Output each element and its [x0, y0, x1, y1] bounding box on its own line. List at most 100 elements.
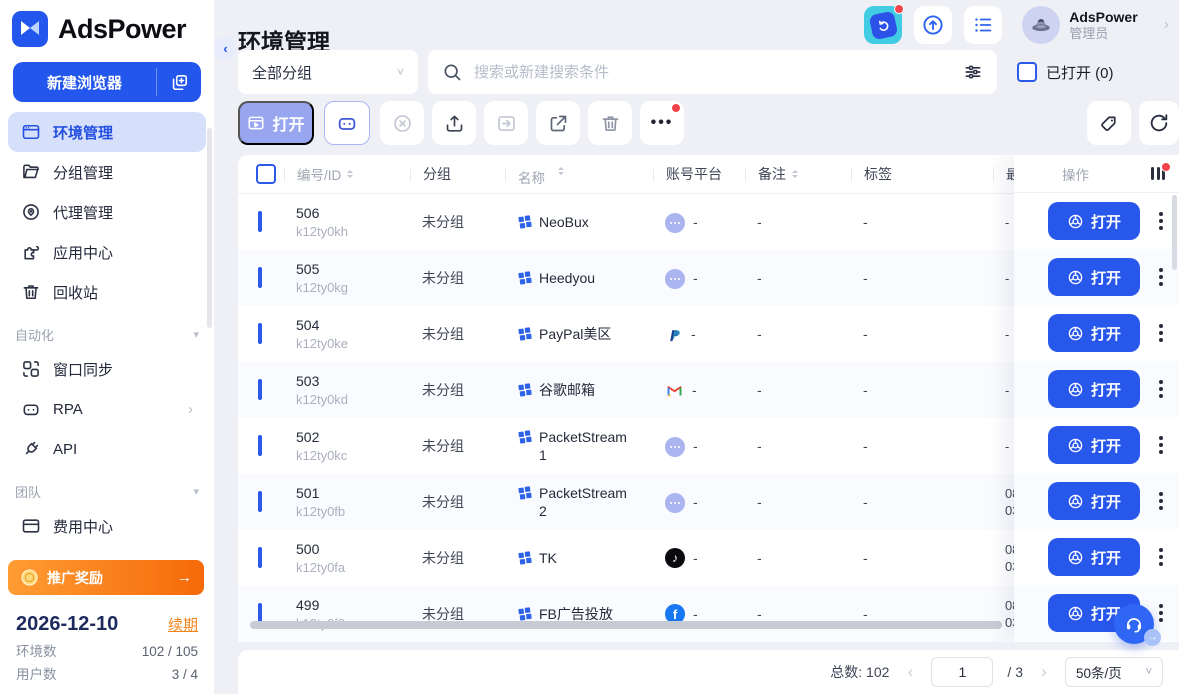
- open-environment-button[interactable]: 打开: [1048, 314, 1140, 352]
- env-name-cell[interactable]: PacketStream 2: [505, 484, 653, 520]
- more-actions-button[interactable]: •••: [640, 101, 684, 145]
- page-input[interactable]: [931, 657, 993, 687]
- renew-link[interactable]: 续期: [168, 614, 198, 635]
- open-environment-button[interactable]: 打开: [1048, 426, 1140, 464]
- env-note: -: [745, 214, 851, 230]
- sidebar-menu-item[interactable]: 分组管理: [8, 152, 206, 192]
- export-upload-button[interactable]: [432, 101, 476, 145]
- sidebar-collapse-button[interactable]: ‹: [214, 37, 237, 60]
- sidebar-menu-item[interactable]: 窗口同步: [8, 349, 206, 389]
- row-menu-button[interactable]: [1157, 432, 1165, 458]
- search-box: [428, 50, 997, 94]
- open-environment-button[interactable]: 打开: [1048, 538, 1140, 576]
- share-export-button[interactable]: [536, 101, 580, 145]
- horizontal-scrollbar[interactable]: [250, 621, 1002, 629]
- sidebar-menu-item[interactable]: 代理管理: [8, 192, 206, 232]
- sort-icon[interactable]: [347, 170, 353, 178]
- row-menu-button[interactable]: [1157, 208, 1165, 234]
- section-team[interactable]: 团队 ▾: [0, 469, 214, 506]
- page-size-select[interactable]: 50条/页 ˅: [1065, 657, 1163, 687]
- env-name-cell[interactable]: NeoBux: [505, 213, 653, 231]
- sidebar-scrollbar[interactable]: [207, 128, 212, 328]
- task-list-button[interactable]: [964, 6, 1002, 44]
- opened-checkbox[interactable]: [1017, 62, 1037, 82]
- sidebar-menu-label: 费用中心: [53, 516, 113, 537]
- support-expand-icon: →: [1144, 629, 1161, 646]
- quick-launch-button[interactable]: [864, 6, 902, 44]
- env-name-cell[interactable]: 谷歌邮箱: [505, 381, 653, 399]
- next-page-button[interactable]: ›: [1037, 662, 1051, 682]
- column-header[interactable]: 账号平台: [653, 167, 745, 182]
- open-environment-button[interactable]: 打开: [1048, 258, 1140, 296]
- new-browser-button[interactable]: 新建浏览器: [13, 62, 201, 102]
- move-to-group-button[interactable]: [484, 101, 528, 145]
- bulk-open-button[interactable]: 打开: [238, 101, 314, 145]
- sort-icon[interactable]: [792, 170, 798, 178]
- chevron-right-icon[interactable]: ›: [1164, 16, 1169, 34]
- search-input[interactable]: [472, 63, 953, 82]
- open-environment-button[interactable]: 打开: [1048, 370, 1140, 408]
- sidebar-menu-item[interactable]: 费用中心: [8, 506, 206, 546]
- sidebar-menu-item[interactable]: 应用中心: [8, 232, 206, 272]
- row-checkbox[interactable]: [258, 267, 262, 288]
- windows-icon: [517, 326, 532, 341]
- env-group: 未分组: [410, 268, 505, 288]
- open-environment-button[interactable]: 打开: [1048, 482, 1140, 520]
- column-header[interactable]: 分组: [410, 167, 505, 182]
- select-all-checkbox[interactable]: [256, 164, 276, 184]
- column-header[interactable]: 编号/ID: [284, 167, 410, 182]
- row-checkbox[interactable]: [258, 491, 262, 512]
- chrome-icon: [1067, 493, 1084, 510]
- row-checkbox[interactable]: [258, 435, 262, 456]
- row-checkbox[interactable]: [258, 211, 262, 232]
- advanced-filter-icon[interactable]: [963, 62, 983, 82]
- sidebar-menu-item[interactable]: API: [8, 429, 206, 469]
- group-filter-select[interactable]: 全部分组 ˅: [238, 50, 418, 94]
- automation-menu: 窗口同步 RPA › API: [0, 349, 214, 469]
- env-group: 未分组: [410, 380, 505, 400]
- user-menu[interactable]: AdsPower 管理员: [1022, 6, 1137, 44]
- row-menu-button[interactable]: [1157, 320, 1165, 346]
- tag-manage-button[interactable]: [1087, 101, 1131, 145]
- column-settings-button[interactable]: [1151, 167, 1165, 180]
- row-menu-button[interactable]: [1157, 264, 1165, 290]
- windows-icon: [517, 270, 532, 285]
- open-environment-button[interactable]: 打开: [1048, 202, 1140, 240]
- sort-icon[interactable]: [558, 167, 564, 175]
- sidebar-menu-item[interactable]: 回收站: [8, 272, 206, 312]
- env-tag: -: [851, 494, 993, 510]
- env-number: 506: [296, 204, 410, 223]
- sidebar-menu-item[interactable]: RPA ›: [8, 389, 206, 429]
- support-button[interactable]: →: [1114, 604, 1154, 644]
- refresh-button[interactable]: [1139, 101, 1179, 145]
- platform-account: -: [691, 326, 696, 342]
- column-header[interactable]: 备注: [745, 167, 851, 182]
- sync-button[interactable]: [914, 6, 952, 44]
- env-name-cell[interactable]: Heedyou: [505, 269, 653, 287]
- row-checkbox[interactable]: [258, 547, 262, 568]
- chevron-down-icon: ˅: [397, 65, 404, 79]
- section-label: 自动化: [15, 325, 54, 344]
- env-number-cell: 503 k12ty0kd: [284, 372, 410, 409]
- prev-page-button[interactable]: ‹: [903, 662, 917, 682]
- env-name-cell[interactable]: TK: [505, 549, 653, 567]
- row-menu-button[interactable]: [1157, 600, 1165, 626]
- row-menu-button[interactable]: [1157, 544, 1165, 570]
- row-checkbox[interactable]: [258, 323, 262, 344]
- delete-button[interactable]: [588, 101, 632, 145]
- sidebar-menu-item[interactable]: 环境管理: [8, 112, 206, 152]
- row-checkbox-cell: [238, 437, 284, 455]
- rpa-robot-button[interactable]: [324, 101, 370, 145]
- row-menu-button[interactable]: [1157, 488, 1165, 514]
- env-name-cell[interactable]: PacketStream 1: [505, 428, 653, 464]
- promo-banner[interactable]: 推广奖励 →: [8, 560, 204, 595]
- section-automation[interactable]: 自动化 ▾: [0, 312, 214, 349]
- close-all-button[interactable]: [380, 101, 424, 145]
- batch-create-button[interactable]: [157, 62, 201, 102]
- vertical-scrollbar[interactable]: [1172, 195, 1177, 270]
- column-header[interactable]: 标签: [851, 167, 993, 182]
- column-header[interactable]: 名称: [505, 167, 653, 182]
- row-menu-button[interactable]: [1157, 376, 1165, 402]
- env-name-cell[interactable]: PayPal美区: [505, 325, 653, 343]
- row-checkbox[interactable]: [258, 379, 262, 400]
